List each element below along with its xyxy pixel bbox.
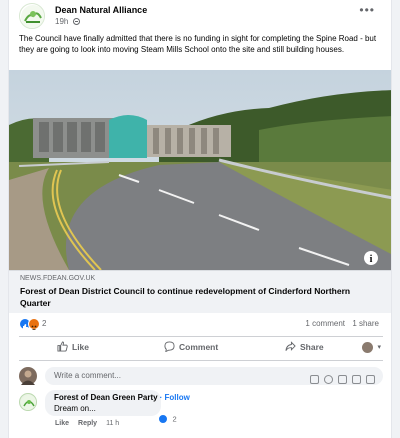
share-label: Share <box>300 342 324 352</box>
post-body: The Council have finally admitted that t… <box>19 34 377 54</box>
composer-tools <box>305 371 375 384</box>
comment-reply-button[interactable]: Reply <box>78 420 97 427</box>
sticker-icon[interactable] <box>366 375 375 384</box>
comment-placeholder: Write a comment... <box>54 371 121 380</box>
reaction-icons[interactable] <box>19 318 43 330</box>
post-card: Dean Natural Alliance 19h ••• The Counci… <box>8 0 392 438</box>
comment-count[interactable]: 1 comment <box>305 319 345 328</box>
page-avatar[interactable] <box>19 3 45 29</box>
audience-avatar[interactable] <box>362 342 373 353</box>
post-header: Dean Natural Alliance 19h ••• <box>9 0 391 30</box>
comment-time[interactable]: 11 h <box>106 420 119 427</box>
emoji-icon[interactable] <box>324 375 333 384</box>
share-count[interactable]: 1 share <box>352 319 379 328</box>
comment-reaction-count: 2 <box>172 414 177 424</box>
comment-composer: Write a comment... <box>9 366 391 386</box>
share-button[interactable]: Share <box>285 341 324 352</box>
comment-button[interactable]: Comment <box>164 341 218 352</box>
like-reaction-icon <box>158 413 168 424</box>
camera-icon[interactable] <box>338 375 347 384</box>
comment-like-button[interactable]: Like <box>55 420 69 427</box>
share-icon <box>285 341 296 351</box>
comment-author[interactable]: Forest of Dean Green Party <box>54 393 158 402</box>
comment-label: Comment <box>179 342 219 352</box>
action-bar: Like Comment Share ▾ <box>9 338 391 360</box>
follow-link[interactable]: · Follow <box>160 393 190 402</box>
svg-text:i: i <box>370 254 373 265</box>
commenter-avatar[interactable] <box>19 393 37 411</box>
like-label: Like <box>72 342 90 352</box>
globe-icon <box>72 18 80 25</box>
post-time-text: 19h <box>55 17 69 26</box>
comment-actions: Like Reply 11 h <box>55 420 128 427</box>
link-photo[interactable]: i <box>9 70 391 270</box>
ellipsis-icon[interactable]: ••• <box>359 3 375 17</box>
comment-input[interactable]: Write a comment... <box>45 367 383 385</box>
link-title[interactable]: Forest of Dean District Council to conti… <box>20 285 380 309</box>
divider <box>19 336 383 337</box>
comment-bubble: Forest of Dean Green Party · Follow Dream… <box>45 390 190 416</box>
post-timestamp[interactable]: 19h <box>55 17 80 26</box>
comment-icon <box>164 341 175 352</box>
comment-text: Dream on... <box>54 404 96 413</box>
link-domain: NEWS.FDEAN.GOV.UK <box>20 275 96 282</box>
reaction-summary: 2 1 comment 1 share <box>9 314 391 336</box>
like-button[interactable]: Like <box>57 341 89 352</box>
link-preview[interactable]: NEWS.FDEAN.GOV.UK Forest of Dean Distric… <box>9 270 391 313</box>
avatar-sticker-icon[interactable] <box>310 375 319 384</box>
chevron-down-icon[interactable]: ▾ <box>377 343 381 351</box>
gif-icon[interactable] <box>352 375 361 384</box>
angry-reaction-icon <box>28 318 40 330</box>
reaction-count[interactable]: 2 <box>42 319 46 328</box>
current-user-avatar[interactable] <box>19 367 37 385</box>
page-name[interactable]: Dean Natural Alliance <box>55 5 147 15</box>
comment-author-line: Forest of Dean Green Party · Follow <box>54 393 190 402</box>
divider <box>19 360 383 361</box>
thumbs-up-icon <box>57 341 68 352</box>
comment-reactions[interactable]: 2 <box>158 410 177 424</box>
